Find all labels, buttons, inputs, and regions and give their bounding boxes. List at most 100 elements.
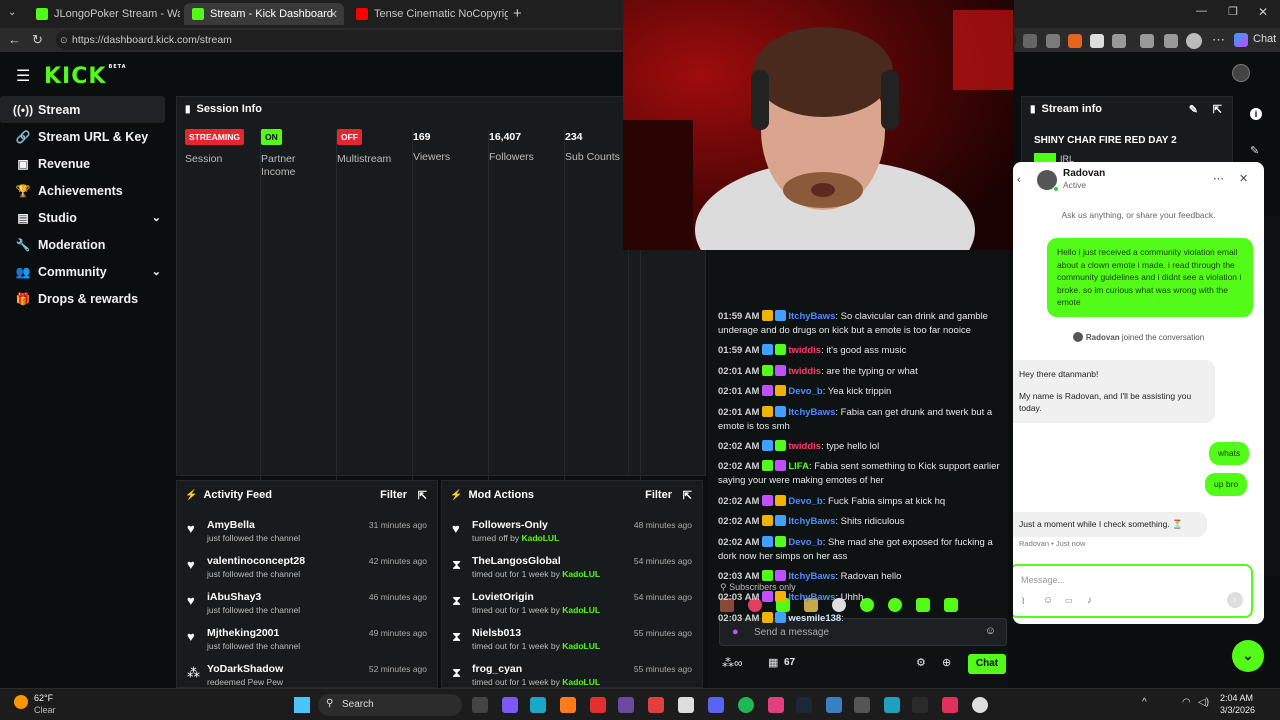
clock-time[interactable]: 2:04 AM [1220, 693, 1253, 703]
fx-icon[interactable] [912, 697, 928, 713]
windows-start-icon[interactable] [294, 697, 310, 713]
new-tab-icon[interactable]: + [513, 5, 522, 22]
feed-user[interactable]: iAbuShay3 [207, 591, 261, 603]
sidebar-item-revenue[interactable]: ▣ Revenue [0, 150, 175, 177]
app-icon[interactable] [854, 697, 870, 713]
popout-icon[interactable]: ⇱ [418, 489, 427, 502]
chat-username[interactable]: ItchyBaws [788, 571, 835, 582]
chat-username[interactable]: twiddis [788, 366, 821, 377]
send-icon[interactable]: ↑ [1227, 592, 1243, 608]
more-options-icon[interactable]: ⋯ [1213, 172, 1224, 185]
chat-username[interactable]: Devo_b [788, 386, 822, 397]
discord-icon[interactable] [708, 697, 724, 713]
close-icon[interactable]: ✕ [1239, 172, 1248, 185]
extension-icon[interactable] [1046, 34, 1060, 48]
translate-icon[interactable] [1023, 34, 1037, 48]
wifi-icon[interactable]: ◠ [1182, 697, 1191, 708]
app-icon[interactable] [768, 697, 784, 713]
spotify-icon[interactable] [738, 697, 754, 713]
microphone-icon[interactable]: ● [732, 626, 739, 638]
chat-fab-button[interactable]: ⌄ [1232, 640, 1264, 672]
collections-icon[interactable] [1164, 34, 1178, 48]
copilot-icon[interactable] [1234, 33, 1248, 47]
chat-username[interactable]: ItchyBaws [788, 516, 835, 527]
settings-icon[interactable]: ⚙ [916, 656, 926, 669]
app-icon[interactable] [884, 697, 900, 713]
message-composer[interactable]: Message... ⌇ ☺ ▭ ♪ ↑ [1013, 564, 1253, 618]
chat-username[interactable]: wesmile138 [788, 613, 841, 624]
app-icon[interactable] [618, 697, 634, 713]
file-explorer-icon[interactable] [472, 697, 488, 713]
extension-icon[interactable] [1090, 34, 1104, 48]
chat-username[interactable]: Devo_b [788, 496, 822, 507]
edit-icon[interactable]: ✎ [1189, 103, 1198, 116]
sidebar-item-community[interactable]: 👥 Community ⌄ [0, 258, 175, 285]
volume-icon[interactable]: ◁) [1198, 697, 1209, 708]
chat-username[interactable]: twiddis [788, 441, 821, 452]
clock-date[interactable]: 3/3/2026 [1220, 705, 1255, 715]
emoji-icon[interactable]: ☺ [1043, 595, 1053, 606]
menu-icon[interactable]: ☰ [16, 66, 30, 86]
app-icon[interactable] [826, 697, 842, 713]
weather-icon[interactable] [14, 695, 28, 709]
filter-button[interactable]: Filter [645, 489, 672, 501]
sidebar-item-stream-url-key[interactable]: 🔗 Stream URL & Key [0, 123, 175, 150]
app-icon[interactable] [648, 697, 664, 713]
popout-icon[interactable]: ⇱ [683, 489, 692, 502]
feed-user[interactable]: YoDarkShadow [207, 663, 283, 675]
favorites-icon[interactable] [1140, 34, 1154, 48]
tab-kick-dashboard[interactable]: Stream - Kick Dashboard ✕ [184, 3, 344, 25]
copilot-chat-label[interactable]: Chat [1253, 33, 1276, 45]
reload-icon[interactable]: ↻ [32, 32, 43, 48]
feed-user[interactable]: AmyBella [207, 519, 255, 531]
profile-avatar[interactable] [1186, 33, 1202, 49]
gift-icon[interactable]: ▦ [768, 656, 778, 669]
attach-icon[interactable]: ⌇ [1021, 596, 1025, 607]
microphone-icon[interactable]: ♪ [1087, 595, 1092, 606]
sidebar-item-moderation[interactable]: 🔧 Moderation [0, 231, 175, 258]
edge-icon[interactable] [530, 697, 546, 713]
minimize-icon[interactable]: — [1196, 5, 1207, 17]
edit-side-icon[interactable]: ✎ [1250, 144, 1259, 157]
feed-user[interactable]: valentinoconcept28 [207, 555, 305, 567]
close-icon[interactable]: ✕ [329, 8, 338, 21]
feed-user[interactable]: Mjtheking2001 [207, 627, 279, 639]
chat-username[interactable]: twiddis [788, 345, 821, 356]
chat-username[interactable]: LIFA [788, 461, 809, 472]
points-icon[interactable]: ⁂∞ [722, 656, 743, 670]
app-icon[interactable] [502, 697, 518, 713]
tab-youtube[interactable]: Tense Cinematic NoCopyrigh [348, 3, 508, 25]
taskbar-search[interactable]: ⚲ Search [318, 694, 462, 716]
sidebar-item-drops-rewards[interactable]: 🎁 Drops & rewards [0, 285, 175, 312]
tab-jlongo[interactable]: JLongoPoker Stream - Watch [28, 3, 180, 25]
maximize-icon[interactable]: ❐ [1228, 5, 1238, 18]
chat-username[interactable]: ItchyBaws [788, 407, 835, 418]
popout-icon[interactable]: ⇱ [1213, 103, 1222, 116]
app-icon[interactable] [590, 697, 606, 713]
user-avatar[interactable] [1232, 64, 1250, 82]
mod-target[interactable]: Nielsb013 [472, 627, 521, 639]
chat-send-button[interactable]: Chat [968, 654, 1006, 674]
filter-button[interactable]: Filter [380, 489, 407, 501]
chat-username[interactable]: ItchyBaws [788, 592, 835, 603]
extensions-icon[interactable] [1112, 34, 1126, 48]
mod-target[interactable]: LovietOrigin [472, 591, 534, 603]
kick-icon[interactable]: ⊕ [942, 656, 951, 669]
gif-icon[interactable]: ▭ [1065, 596, 1073, 605]
back-icon[interactable]: ← [8, 32, 21, 47]
emoji-icon[interactable]: ☺ [985, 625, 996, 637]
tray-chevron-icon[interactable]: ^ [1142, 697, 1147, 708]
sidebar-item-stream[interactable]: ((•)) Stream [0, 96, 165, 123]
sidebar-item-achievements[interactable]: 🏆 Achievements [0, 177, 175, 204]
itunes-icon[interactable] [678, 697, 694, 713]
firefox-icon[interactable] [560, 697, 576, 713]
mod-target[interactable]: frog_cyan [472, 663, 522, 675]
tab-list-icon[interactable]: ⌄ [8, 7, 16, 18]
steam-icon[interactable] [796, 697, 812, 713]
obs-icon[interactable] [972, 697, 988, 713]
more-icon[interactable]: ⋯ [1212, 32, 1225, 48]
chat-username[interactable]: ItchyBaws [788, 311, 835, 322]
back-chevron-icon[interactable]: ‹ [1017, 174, 1021, 186]
mod-target[interactable]: TheLangosGlobal [472, 555, 561, 567]
close-window-icon[interactable]: ✕ [1258, 5, 1268, 19]
